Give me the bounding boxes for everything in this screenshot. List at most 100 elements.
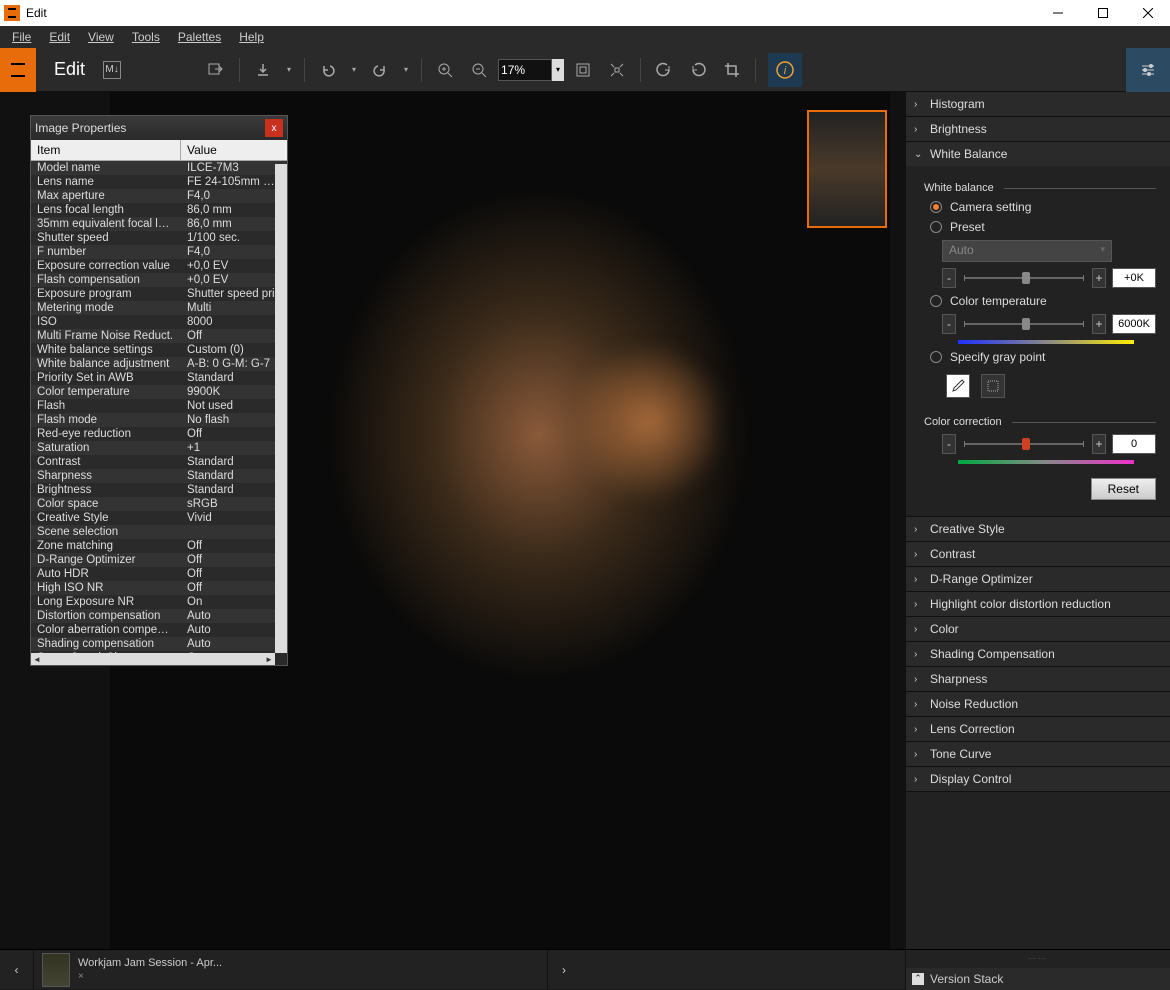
radio-icon bbox=[930, 221, 942, 233]
menubar: File Edit View Tools Palettes Help bbox=[0, 26, 1170, 48]
zoom-out-button[interactable] bbox=[464, 55, 494, 85]
radio-icon bbox=[930, 295, 942, 307]
menu-help[interactable]: Help bbox=[231, 28, 272, 46]
table-row: D-Range OptimizerOff bbox=[31, 553, 287, 567]
vertical-scrollbar[interactable] bbox=[275, 164, 287, 653]
fit-screen-button[interactable] bbox=[568, 55, 598, 85]
colortemp-minus-button[interactable]: - bbox=[942, 314, 956, 334]
markdown-icon[interactable]: M↓ bbox=[103, 61, 121, 79]
info-button[interactable]: i bbox=[768, 53, 802, 87]
rotate-right-button[interactable] bbox=[683, 55, 713, 85]
chevron-right-icon: › bbox=[914, 599, 924, 610]
section-sharpness[interactable]: ›Sharpness bbox=[906, 667, 1170, 691]
props-close-button[interactable]: x bbox=[265, 119, 283, 137]
table-row: Multi Frame Noise Reduct.Off bbox=[31, 329, 287, 343]
wb-preset-dropdown[interactable]: Auto bbox=[942, 240, 1112, 262]
section-display[interactable]: ›Display Control bbox=[906, 767, 1170, 791]
table-row: Shading compensationAuto bbox=[31, 637, 287, 651]
zoom-dropdown[interactable]: ▾ bbox=[552, 59, 564, 81]
zoom-in-button[interactable] bbox=[430, 55, 460, 85]
section-shading[interactable]: ›Shading Compensation bbox=[906, 642, 1170, 666]
next-image-button[interactable]: › bbox=[547, 950, 581, 990]
preset-minus-button[interactable]: - bbox=[942, 268, 956, 288]
section-contrast[interactable]: ›Contrast bbox=[906, 542, 1170, 566]
table-row: Creative StyleVivid bbox=[31, 511, 287, 525]
mode-label: Edit bbox=[36, 59, 103, 80]
menu-file[interactable]: File bbox=[4, 28, 39, 46]
reset-button[interactable]: Reset bbox=[1091, 478, 1156, 500]
redo-button[interactable] bbox=[365, 55, 395, 85]
thumbnail[interactable] bbox=[42, 953, 70, 987]
rotate-left-button[interactable] bbox=[649, 55, 679, 85]
chevron-right-icon: › bbox=[914, 524, 924, 535]
table-row: Color temperature9900K bbox=[31, 385, 287, 399]
section-noise[interactable]: ›Noise Reduction bbox=[906, 692, 1170, 716]
chevron-right-icon: › bbox=[914, 124, 924, 135]
wb-radio-preset[interactable]: Preset bbox=[920, 220, 1156, 234]
colortemp-slider[interactable] bbox=[964, 323, 1084, 325]
table-row: Shutter speed1/100 sec. bbox=[31, 231, 287, 245]
table-row: ContrastStandard bbox=[31, 455, 287, 469]
save-button[interactable] bbox=[248, 55, 278, 85]
section-color[interactable]: ›Color bbox=[906, 617, 1170, 641]
table-row: Priority Set in AWBStandard bbox=[31, 371, 287, 385]
section-white-balance[interactable]: ⌄White Balance bbox=[906, 142, 1170, 166]
chevron-right-icon: › bbox=[914, 724, 924, 735]
save-dropdown[interactable]: ▾ bbox=[282, 55, 296, 85]
maximize-button[interactable] bbox=[1080, 0, 1125, 26]
section-highlight[interactable]: ›Highlight color distortion reduction bbox=[906, 592, 1170, 616]
table-row: Auto HDROff bbox=[31, 567, 287, 581]
menu-palettes[interactable]: Palettes bbox=[170, 28, 229, 46]
prev-image-button[interactable]: ‹ bbox=[0, 950, 34, 990]
scroll-left-icon[interactable]: ◄ bbox=[31, 653, 43, 665]
close-button[interactable] bbox=[1125, 0, 1170, 26]
redo-dropdown[interactable]: ▾ bbox=[399, 55, 413, 85]
section-histogram[interactable]: ›Histogram bbox=[906, 92, 1170, 116]
app-icon bbox=[4, 5, 20, 21]
chevron-right-icon: › bbox=[914, 699, 924, 710]
export-button[interactable] bbox=[201, 55, 231, 85]
cc-slider[interactable] bbox=[964, 443, 1084, 445]
table-row: 35mm equivalent focal length86,0 mm bbox=[31, 217, 287, 231]
menu-edit[interactable]: Edit bbox=[41, 28, 78, 46]
colortemp-plus-button[interactable]: + bbox=[1092, 314, 1106, 334]
preset-slider[interactable] bbox=[964, 277, 1084, 279]
scroll-right-icon[interactable]: ► bbox=[263, 653, 275, 665]
settings-toggle-button[interactable] bbox=[1126, 48, 1170, 92]
horizontal-scrollbar[interactable]: ◄ ► bbox=[31, 653, 275, 665]
actual-size-button[interactable] bbox=[602, 55, 632, 85]
undo-dropdown[interactable]: ▾ bbox=[347, 55, 361, 85]
cc-minus-button[interactable]: - bbox=[942, 434, 956, 454]
table-row: Zone matchingOff bbox=[31, 539, 287, 553]
menu-tools[interactable]: Tools bbox=[124, 28, 168, 46]
section-tone[interactable]: ›Tone Curve bbox=[906, 742, 1170, 766]
section-creative-style[interactable]: ›Creative Style bbox=[906, 517, 1170, 541]
titlebar: Edit bbox=[0, 0, 1170, 26]
version-stack-header[interactable]: ⌃ Version Stack bbox=[905, 968, 1170, 990]
wb-radio-camera[interactable]: Camera setting bbox=[920, 200, 1156, 214]
preset-plus-button[interactable]: + bbox=[1092, 268, 1106, 288]
cc-value-input[interactable] bbox=[1112, 434, 1156, 454]
props-title: Image Properties bbox=[35, 121, 126, 135]
zoom-input[interactable] bbox=[498, 59, 552, 81]
cc-plus-button[interactable]: + bbox=[1092, 434, 1106, 454]
navigator-thumbnail[interactable] bbox=[807, 110, 887, 228]
section-drange[interactable]: ›D-Range Optimizer bbox=[906, 567, 1170, 591]
props-column-item: Item bbox=[31, 140, 181, 160]
menu-view[interactable]: View bbox=[80, 28, 122, 46]
table-row: Max apertureF4,0 bbox=[31, 189, 287, 203]
minimize-button[interactable] bbox=[1035, 0, 1080, 26]
colortemp-value-input[interactable] bbox=[1112, 314, 1156, 334]
gray-sample-button[interactable] bbox=[981, 374, 1005, 398]
section-brightness[interactable]: ›Brightness bbox=[906, 117, 1170, 141]
props-table[interactable]: Model nameILCE-7M3Lens nameFE 24-105mm F… bbox=[31, 161, 287, 665]
preset-value-input[interactable] bbox=[1112, 268, 1156, 288]
wb-radio-gray[interactable]: Specify gray point bbox=[920, 350, 1156, 364]
thumbnail-close-icon[interactable]: × bbox=[78, 971, 222, 982]
section-lens[interactable]: ›Lens Correction bbox=[906, 717, 1170, 741]
undo-button[interactable] bbox=[313, 55, 343, 85]
eyedropper-button[interactable] bbox=[946, 374, 970, 398]
resize-grip[interactable]: ⋯⋯ bbox=[905, 950, 1170, 968]
wb-radio-colortemp[interactable]: Color temperature bbox=[920, 294, 1156, 308]
crop-button[interactable] bbox=[717, 55, 747, 85]
